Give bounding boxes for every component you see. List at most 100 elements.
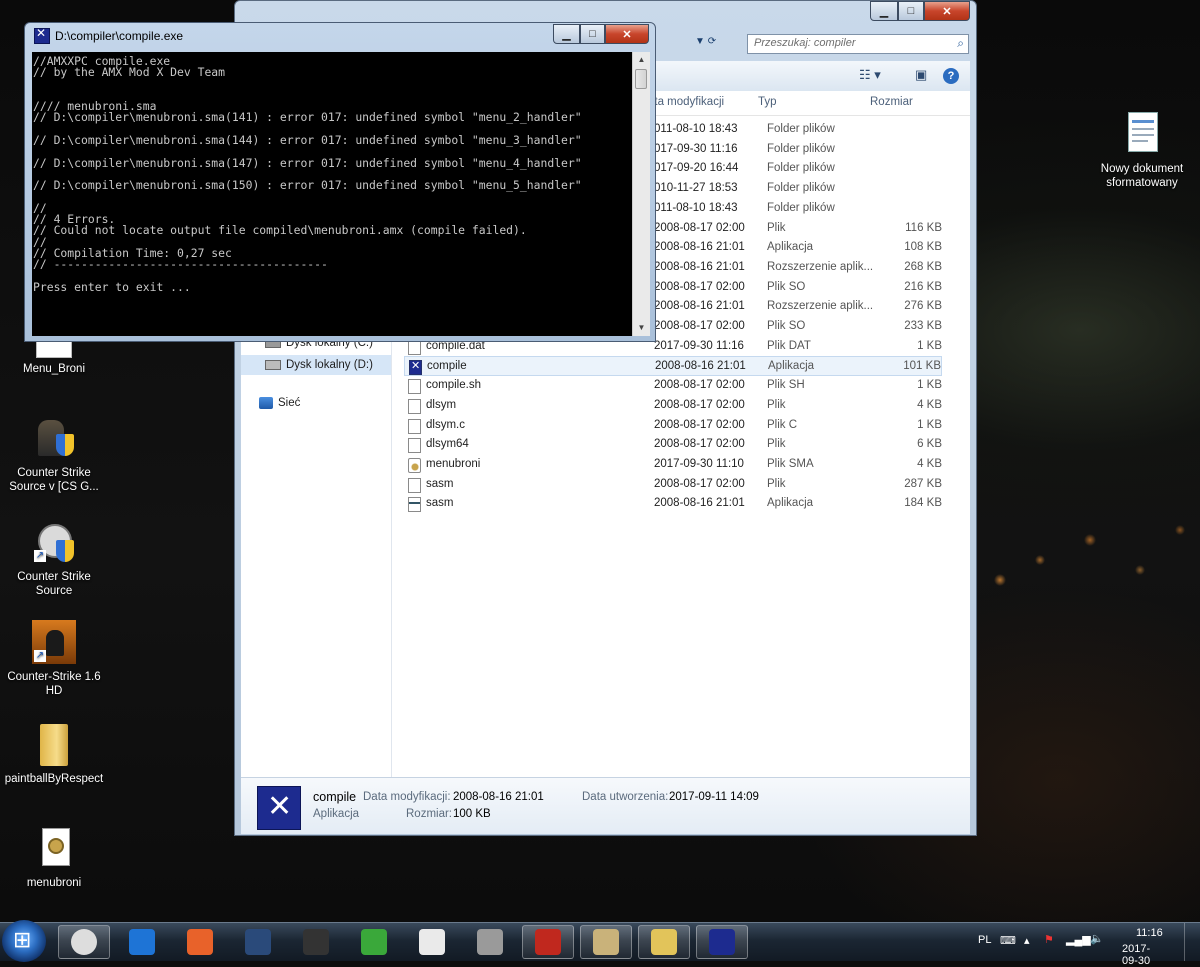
window-controls: ▁ □ ✕ (870, 1, 970, 21)
network-icon (259, 397, 273, 409)
file-date: 2008-08-17 02:00 (654, 320, 745, 332)
sasm-icon (408, 497, 421, 513)
file-row[interactable]: compile.sh 2008-08-17 02:00 Plik SH 1 KB (404, 376, 942, 396)
console-scrollbar[interactable]: ▲ ▼ (632, 52, 650, 336)
start-button[interactable] (2, 920, 46, 962)
file-row[interactable]: sasm 2008-08-17 02:00 Plik 287 KB (404, 475, 942, 495)
view-options-icon[interactable]: ☷ ▾ (859, 67, 885, 93)
taskbar-button[interactable] (348, 925, 400, 959)
file-type: Folder plików (767, 182, 835, 195)
search-input[interactable]: Przeszukaj: compiler ⌕ (747, 34, 969, 54)
taskbar-button[interactable] (638, 925, 690, 959)
desktop-icon-cs-source-v[interactable]: Counter Strike Source v [CS G... (4, 416, 104, 494)
taskbar-button[interactable] (58, 925, 110, 959)
file-type: Rozszerzenie aplik... (767, 300, 874, 313)
file-row[interactable]: dlsym64 2008-08-17 02:00 Plik 6 KB (404, 435, 942, 455)
file-icon (408, 477, 421, 493)
scroll-down-icon[interactable]: ▼ (633, 320, 650, 336)
file-size: 101 KB (903, 360, 941, 373)
taskbar-button[interactable] (522, 925, 574, 959)
file-date: 017-09-20 16:44 (654, 162, 739, 175)
file-date: 010-11-27 18:53 (654, 182, 738, 195)
cs-source-icon (477, 929, 503, 955)
desktop-icon-new-document[interactable]: Nowy dokument sformatowany (1092, 112, 1192, 190)
file-type: Plik (767, 477, 786, 490)
refresh-icon[interactable]: ⟳ (708, 36, 716, 47)
signal-icon[interactable]: ▂▄▆ (1066, 933, 1091, 946)
drive-icon (265, 360, 281, 370)
network-error-icon[interactable]: ⚑ (1044, 933, 1054, 946)
volume-icon[interactable]: 🔈 (1090, 932, 1104, 945)
desktop-icon-menubroni[interactable]: menubroni (4, 826, 104, 890)
taskbar-button[interactable] (406, 925, 458, 959)
file-size: 108 KB (904, 241, 942, 254)
preview-pane-icon[interactable]: ▣ (915, 67, 941, 93)
file-row[interactable]: sasm 2008-08-16 21:01 Aplikacja 184 KB (404, 494, 942, 514)
desktop-icon-label: Nowy dokument sformatowany (1100, 163, 1184, 189)
taskbar-button[interactable] (174, 925, 226, 959)
desktop-icon-label: Counter Strike Source (17, 571, 91, 597)
file-type: Rozszerzenie aplik... (767, 260, 874, 273)
scroll-thumb[interactable] (635, 69, 647, 89)
file-type: Plik (767, 398, 786, 411)
nav-item-network[interactable]: Sieć (259, 397, 300, 409)
console-window: D:\compiler\compile.exe ▁ □ ✕ //AMXXPC c… (24, 22, 656, 342)
search-icon[interactable]: ⌕ (957, 36, 964, 51)
file-row[interactable]: dlsym.c 2008-08-17 02:00 Plik C 1 KB (404, 416, 942, 436)
close-button[interactable]: ✕ (605, 24, 649, 44)
column-date[interactable]: ata modyfikacji (648, 96, 724, 108)
chevron-up-icon[interactable]: ▴ (1024, 934, 1030, 947)
file-size: 276 KB (904, 300, 942, 313)
taskbar-button[interactable] (696, 925, 748, 959)
file-date: 011-08-10 18:43 (654, 123, 738, 135)
file-type: Plik SO (767, 280, 806, 293)
file-row[interactable]: menubroni 2017-09-30 11:10 Plik SMA 4 KB (404, 455, 942, 475)
desktop-icon-cs-source[interactable]: ↗ Counter Strike Source (4, 520, 104, 598)
scroll-up-icon[interactable]: ▲ (633, 52, 650, 68)
file-row[interactable]: dlsym 2008-08-17 02:00 Plik 4 KB (404, 396, 942, 416)
file-date: 2008-08-16 21:01 (654, 300, 745, 313)
taskbar-button[interactable] (232, 925, 284, 959)
show-desktop-button[interactable] (1184, 923, 1195, 961)
taskbar-button[interactable] (290, 925, 342, 959)
cs16-shortcut-icon: ↗ (32, 620, 76, 666)
desktop-icon-label: menubroni (26, 877, 82, 889)
details-size-value: 100 KB (453, 808, 491, 820)
file-date: 2008-08-17 02:00 (654, 280, 745, 293)
column-size[interactable]: Rozmiar (870, 96, 913, 108)
file-type: Plik (767, 438, 786, 451)
file-date: 2008-08-16 21:01 (654, 497, 745, 510)
taskbar-button[interactable] (464, 925, 516, 959)
help-icon[interactable]: ? (943, 68, 959, 84)
file-type: Plik (767, 221, 786, 234)
file-name: sasm (426, 477, 454, 490)
keyboard-icon[interactable]: ⌨ (1000, 934, 1016, 947)
sma-icon (408, 457, 421, 473)
desktop-icon-cs16-hd[interactable]: ↗ Counter-Strike 1.6 HD (4, 620, 104, 698)
compile-icon (709, 929, 735, 955)
close-button[interactable]: ✕ (924, 1, 970, 21)
address-dropdown[interactable]: ▼ ⟳ (695, 36, 716, 47)
language-indicator[interactable]: PL (978, 934, 991, 946)
console-output-area[interactable]: //AMXXPC compile.exe // by the AMX Mod X… (32, 52, 632, 336)
file-size: 4 KB (917, 398, 942, 411)
desktop-icon-paintball[interactable]: paintballByRespect (4, 722, 104, 786)
maximize-button[interactable]: □ (580, 24, 605, 44)
maximize-button[interactable]: □ (898, 1, 924, 21)
minimize-button[interactable]: ▁ (870, 1, 898, 21)
file-type: Plik SMA (767, 457, 814, 470)
file-row[interactable]: compile 2008-08-16 21:01 Aplikacja 101 KB (404, 356, 942, 377)
file-size: 216 KB (904, 280, 942, 293)
search-placeholder: Przeszukaj: compiler (754, 37, 856, 49)
taskbar-button[interactable] (116, 925, 168, 959)
filezilla-icon (535, 929, 561, 955)
clock-date[interactable]: 2017-09-30 (1122, 943, 1150, 967)
clock-time[interactable]: 11:16 (1136, 927, 1163, 939)
minimize-icon: ▁ (562, 28, 571, 41)
column-type[interactable]: Typ (758, 96, 777, 108)
minimize-button[interactable]: ▁ (553, 24, 580, 44)
nav-item-disk-d[interactable]: Dysk lokalny (D:) (241, 355, 391, 375)
csgo-icon (303, 929, 329, 955)
desktop-icon-label: Counter-Strike 1.6 HD (7, 671, 101, 697)
taskbar-button[interactable] (580, 925, 632, 959)
